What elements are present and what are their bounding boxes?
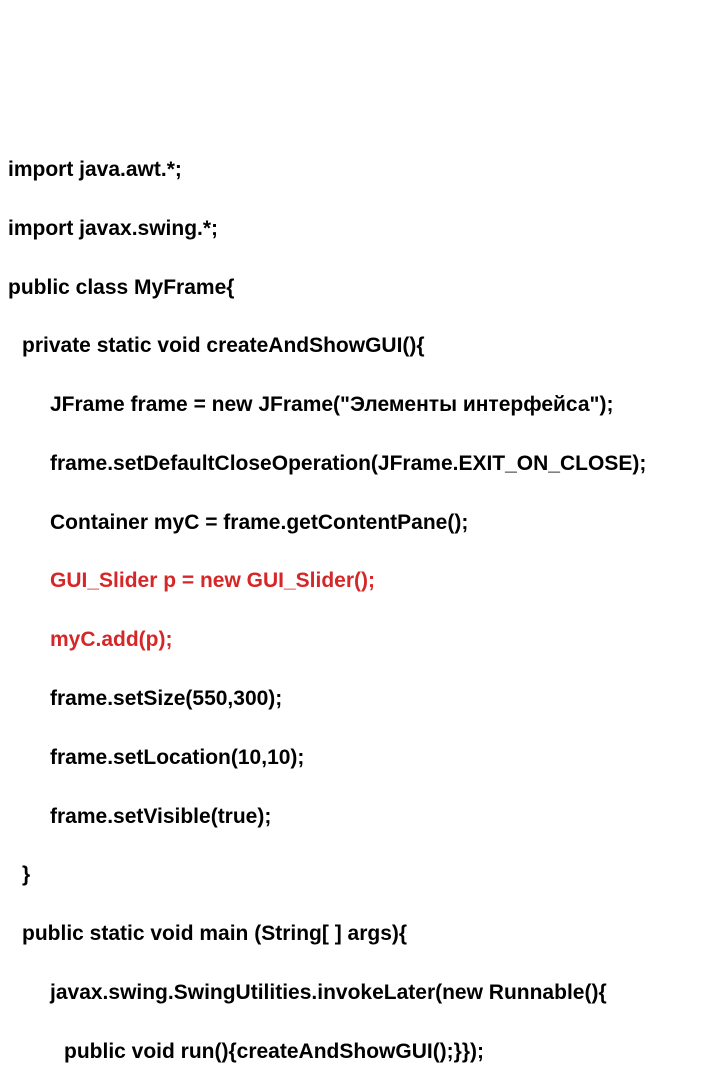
code-line: private static void createAndShowGUI(){ xyxy=(8,331,720,360)
code-line: public class MyFrame{ xyxy=(8,273,720,302)
code-line: Container myC = frame.getContentPane(); xyxy=(8,508,720,537)
code-line: frame.setDefaultCloseOperation(JFrame.EX… xyxy=(8,449,720,478)
code-line: public void run(){createAndShowGUI();}})… xyxy=(8,1037,720,1066)
code-line-highlight: GUI_Slider p = new GUI_Slider(); xyxy=(8,566,720,595)
code-line: } xyxy=(8,860,720,889)
code-line: import java.awt.*; xyxy=(8,155,720,184)
code-block: import java.awt.*; import javax.swing.*;… xyxy=(8,126,720,1080)
code-line: JFrame frame = new JFrame("Элементы инте… xyxy=(8,390,720,419)
code-line-highlight: myC.add(p); xyxy=(8,625,720,654)
code-line: frame.setSize(550,300); xyxy=(8,684,720,713)
code-line: import javax.swing.*; xyxy=(8,214,720,243)
code-line: public static void main (String[ ] args)… xyxy=(8,919,720,948)
code-line: javax.swing.SwingUtilities.invokeLater(n… xyxy=(8,978,720,1007)
code-line: frame.setLocation(10,10); xyxy=(8,743,720,772)
code-line: frame.setVisible(true); xyxy=(8,802,720,831)
